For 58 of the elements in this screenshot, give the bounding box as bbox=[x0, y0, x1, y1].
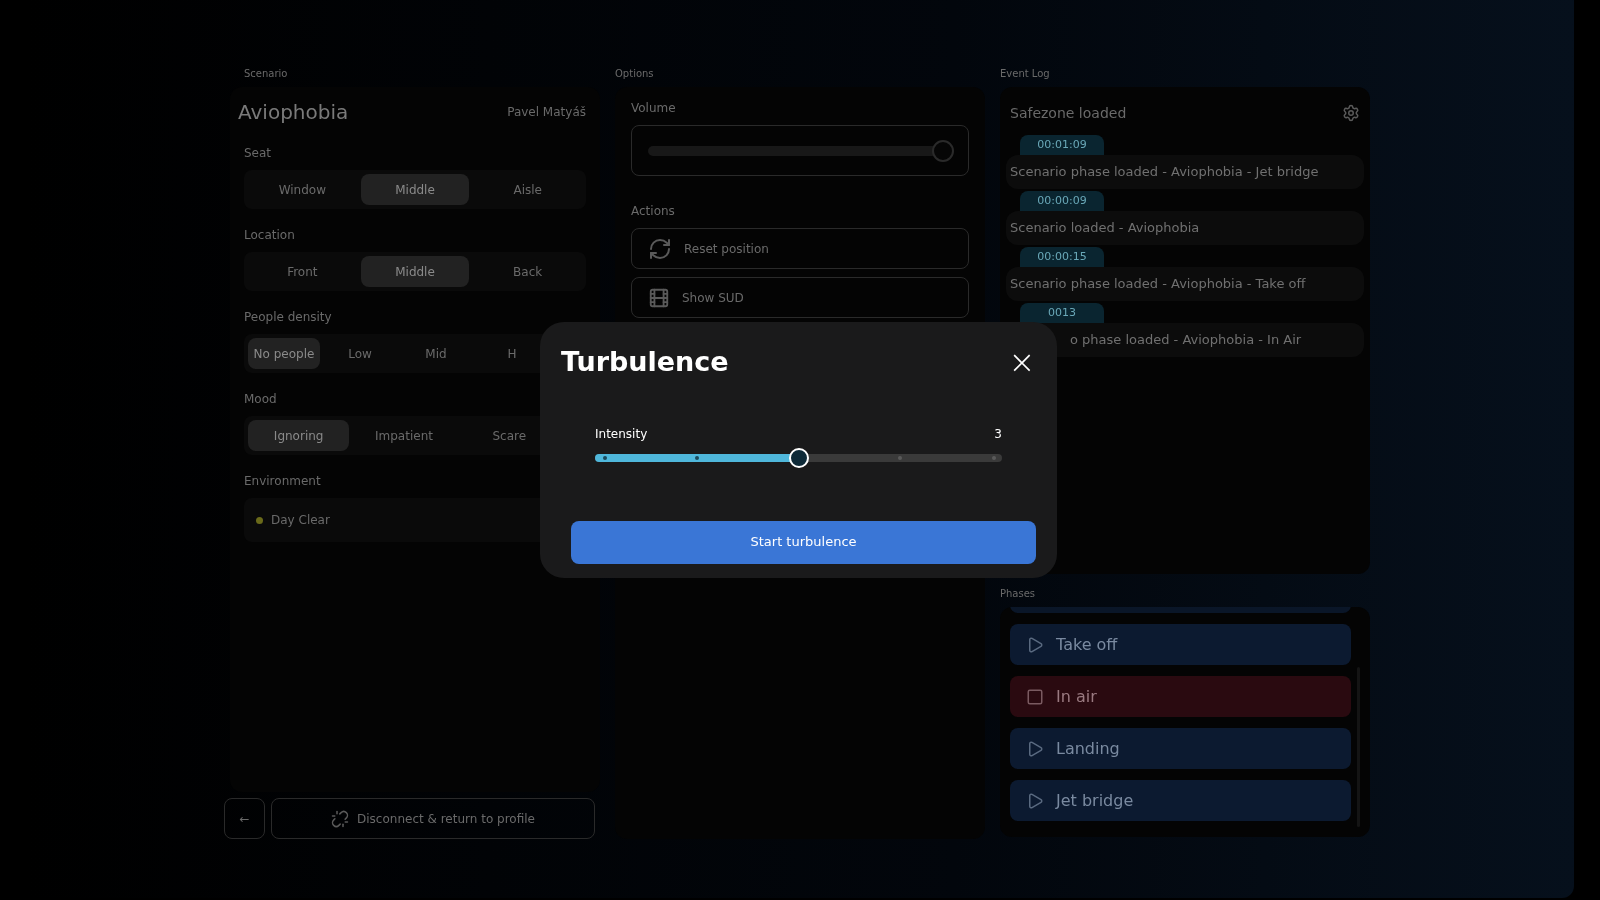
segment-option[interactable]: Front bbox=[248, 256, 357, 287]
time-badge: 00:00:09 bbox=[1020, 191, 1104, 211]
film-icon bbox=[648, 286, 670, 309]
time-badge: 0013 bbox=[1020, 303, 1104, 323]
group-label: Mood bbox=[244, 391, 278, 408]
action-button[interactable]: Reset position bbox=[631, 228, 969, 269]
section-label: Event Log bbox=[1000, 67, 1051, 81]
slider-value: 3 bbox=[994, 425, 1002, 443]
segment-option[interactable]: Aisle bbox=[473, 174, 582, 205]
segment-option[interactable]: Back bbox=[473, 256, 582, 287]
segment-option[interactable]: Middle bbox=[360, 174, 470, 205]
dialog-title: Turbulence bbox=[561, 345, 729, 379]
log-entry: Scenario loaded - Aviophobia bbox=[1006, 211, 1364, 245]
log-entry: Scenario phase loaded - Aviophobia - Jet bridge bbox=[1006, 155, 1364, 189]
time-badge: 00:01:09 bbox=[1020, 135, 1104, 155]
section-label: Options bbox=[615, 67, 655, 81]
phase-item[interactable]: In air bbox=[1010, 676, 1351, 717]
segment-option[interactable]: Mid bbox=[400, 338, 472, 369]
group-label: Seat bbox=[244, 145, 273, 162]
intensity-slider[interactable] bbox=[595, 446, 1002, 469]
stop-icon bbox=[1026, 687, 1044, 706]
play-icon bbox=[1026, 739, 1044, 758]
action-button[interactable]: Show SUD bbox=[631, 277, 969, 318]
phase-item[interactable]: Jet bridge bbox=[1010, 780, 1351, 821]
play-icon bbox=[1026, 791, 1044, 810]
segment-option[interactable]: Window bbox=[248, 174, 357, 205]
segment-option[interactable]: Low bbox=[324, 338, 396, 369]
back-button[interactable]: ← bbox=[224, 798, 265, 839]
play-icon bbox=[1026, 635, 1044, 654]
scenario-title: Aviophobia bbox=[238, 99, 349, 126]
segment-option[interactable]: Middle bbox=[360, 256, 470, 287]
phase-item[interactable]: Take off bbox=[1010, 624, 1351, 665]
start-turbulence-button[interactable]: Start turbulence bbox=[571, 520, 1036, 564]
disconnect-button[interactable]: Disconnect & return to profile bbox=[271, 798, 595, 839]
phase-item[interactable]: Landing bbox=[1010, 728, 1351, 769]
settings-icon[interactable] bbox=[1342, 104, 1360, 122]
volume-label: Volume bbox=[631, 100, 677, 117]
time-badge: 00:00:15 bbox=[1020, 247, 1104, 267]
log-entry: Scenario phase loaded - Aviophobia - Take off bbox=[1006, 267, 1364, 301]
refresh-icon bbox=[648, 236, 672, 261]
segment-option[interactable]: Scare bbox=[458, 420, 560, 451]
slider-label: Intensity bbox=[595, 425, 648, 443]
slider-thumb[interactable] bbox=[931, 139, 954, 162]
segment-option[interactable]: H bbox=[476, 338, 548, 369]
unlink-icon bbox=[331, 809, 350, 828]
group-label: Environment bbox=[244, 473, 322, 490]
segment-option[interactable]: Ignoring bbox=[248, 420, 350, 451]
log-header: Safezone loaded bbox=[1010, 103, 1127, 123]
section-label: Phases bbox=[1000, 587, 1037, 601]
segment-option[interactable]: No people bbox=[248, 338, 320, 369]
group-label: Location bbox=[244, 227, 296, 244]
section-label: Scenario bbox=[244, 67, 289, 81]
sun-icon bbox=[256, 516, 263, 524]
group-label: People density bbox=[244, 309, 333, 326]
actions-label: Actions bbox=[631, 203, 676, 220]
segment-option[interactable]: Impatient bbox=[353, 420, 455, 451]
user-name: Pavel Matyáš bbox=[507, 104, 586, 121]
volume-slider[interactable] bbox=[648, 139, 952, 162]
